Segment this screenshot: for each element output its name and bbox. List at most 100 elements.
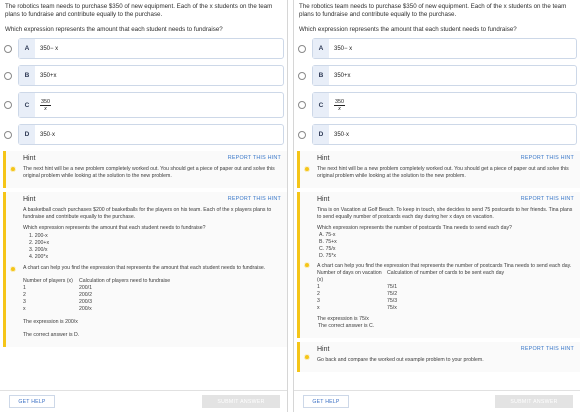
footer-bar: GET HELP SUBMIT ANSWER — [294, 390, 580, 412]
list-item: 2. 200+x — [29, 240, 50, 247]
table-cell: 3 — [317, 298, 320, 305]
submit-answer-button[interactable]: SUBMIT ANSWER — [495, 395, 573, 408]
hint-text: The expression is 200/x — [23, 319, 78, 326]
table-cell: 2 — [23, 292, 26, 299]
list-item: B. 75+x — [319, 239, 337, 246]
radio-d[interactable] — [4, 130, 12, 139]
hint-text: Tina is on Vacation at Golf Beach. To ke… — [317, 207, 573, 221]
lightbulb-icon: ✹ — [303, 165, 311, 175]
hint-title: Hint — [23, 155, 36, 163]
hint-text: Go back and compare the worked out examp… — [317, 357, 484, 364]
fraction-denominator: x — [44, 105, 47, 112]
choice-text: 350+x — [40, 72, 57, 79]
choice-letter: C — [19, 93, 35, 118]
choice-letter: D — [313, 125, 329, 145]
hint-text: A chart can help you find the expression… — [23, 265, 266, 272]
choice-letter: D — [19, 125, 35, 145]
choice-text: 350·x — [40, 131, 56, 138]
lightbulb-icon: ✹ — [9, 265, 17, 275]
choice-b[interactable]: B 350+x — [4, 65, 287, 87]
choice-a[interactable]: A 350− x — [298, 38, 580, 60]
hint-text: A chart can help you find the expression… — [317, 263, 572, 270]
table-header: Calculation of number of cards to be sen… — [387, 270, 505, 277]
hint-table: Number of players (x) Calculation of play… — [23, 278, 281, 313]
problem-stem: The robotics team needs to purchase $350… — [5, 3, 273, 19]
table-cell: 75/x — [387, 305, 397, 312]
choice-d[interactable]: D 350·x — [4, 124, 287, 146]
radio-d[interactable] — [298, 130, 306, 139]
get-help-button[interactable]: GET HELP — [9, 395, 55, 408]
answer-choices: A 350− x B 350+x C 350 x D 350·x — [294, 33, 580, 146]
fraction-numerator: 350 — [40, 98, 51, 106]
list-item: A. 75-x — [319, 232, 336, 239]
radio-c[interactable] — [298, 101, 306, 110]
hint-list: A. 75-x B. 75+x C. 75/x D. 75*x — [319, 232, 574, 260]
table-header: Calculation of players need to fundraise — [79, 278, 171, 285]
table-cell: 1 — [23, 285, 26, 292]
lightbulb-icon: ✹ — [303, 260, 311, 270]
table-cell: 75/1 — [387, 284, 398, 291]
hint-text: The correct answer is C. — [318, 323, 375, 330]
submit-answer-button[interactable]: SUBMIT ANSWER — [202, 395, 280, 408]
choice-b[interactable]: B 350+x — [298, 65, 580, 87]
hint-text: Which expression represents the amount t… — [23, 225, 206, 232]
report-hint-link[interactable]: REPORT THIS HINT — [521, 155, 574, 162]
table-cell: x — [317, 305, 320, 312]
radio-c[interactable] — [4, 101, 12, 110]
choice-text: 350+x — [334, 72, 351, 79]
hint-card-2: ✹ Hint REPORT THIS HINT A basketball coac… — [3, 192, 287, 348]
report-hint-link[interactable]: REPORT THIS HINT — [228, 196, 281, 203]
report-hint-link[interactable]: REPORT THIS HINT — [521, 346, 574, 353]
choice-d[interactable]: D 350·x — [298, 124, 580, 146]
table-cell: 200/1 — [79, 285, 92, 292]
choice-letter: A — [313, 39, 329, 59]
choice-text: 350·x — [334, 131, 350, 138]
choice-text: 350− x — [334, 45, 353, 52]
fraction-denominator: x — [338, 105, 341, 112]
table-cell: 1 — [317, 284, 320, 291]
report-hint-link[interactable]: REPORT THIS HINT — [521, 196, 574, 203]
lightbulb-icon: ✹ — [9, 165, 17, 175]
hint-text: The next hint will be a new problem comp… — [317, 166, 569, 180]
hint-card-1: ✹ Hint REPORT THIS HINT The next hint wil… — [297, 151, 580, 189]
radio-a[interactable] — [298, 44, 306, 53]
right-panel: The robotics team needs to purchase $350… — [293, 0, 580, 412]
choice-c[interactable]: C 350 x — [4, 92, 287, 119]
hint-card-2: ✹ Hint REPORT THIS HINT Tina is on Vacati… — [297, 192, 580, 339]
choice-c[interactable]: C 350 x — [298, 92, 580, 119]
table-cell: 200/x — [79, 306, 92, 313]
list-item: 4. 200*x — [29, 254, 49, 261]
choice-text: 350− x — [40, 45, 59, 52]
problem-question: Which expression represents the amount t… — [299, 26, 517, 34]
hint-text: The correct answer is D. — [23, 332, 80, 339]
hint-title: Hint — [317, 346, 330, 354]
choice-letter: C — [313, 93, 329, 118]
fraction: 350 x — [40, 99, 51, 112]
list-item: 3. 200/x — [29, 247, 48, 254]
answer-choices: A 350− x B 350+x C 350 x D 350·x — [0, 33, 287, 146]
table-cell: 75/2 — [387, 291, 398, 298]
table-cell: 3 — [23, 299, 26, 306]
hint-text: Which expression represents the number o… — [317, 225, 512, 232]
table-cell: x — [23, 306, 26, 313]
table-cell: 2 — [317, 291, 320, 298]
choice-letter: B — [313, 66, 329, 86]
report-hint-link[interactable]: REPORT THIS HINT — [228, 155, 281, 162]
radio-b[interactable] — [298, 71, 306, 80]
hint-title: Hint — [23, 196, 36, 204]
problem-question: Which expression represents the amount t… — [5, 26, 223, 34]
radio-a[interactable] — [4, 44, 12, 53]
lightbulb-icon: ✹ — [303, 352, 311, 362]
fraction: 350 x — [334, 99, 345, 112]
hint-title: Hint — [317, 155, 330, 163]
table-header: Number of days on vacation (x) — [317, 270, 382, 284]
hint-title: Hint — [317, 196, 330, 204]
hint-card-3: ✹ Hint REPORT THIS HINT Go back and compa… — [297, 342, 580, 373]
table-header: Number of players (x) — [23, 278, 73, 285]
radio-b[interactable] — [4, 71, 12, 80]
choice-a[interactable]: A 350− x — [4, 38, 287, 60]
table-cell: 200/3 — [79, 299, 92, 306]
fraction-numerator: 350 — [334, 98, 345, 106]
choice-letter: B — [19, 66, 35, 86]
get-help-button[interactable]: GET HELP — [303, 395, 349, 408]
